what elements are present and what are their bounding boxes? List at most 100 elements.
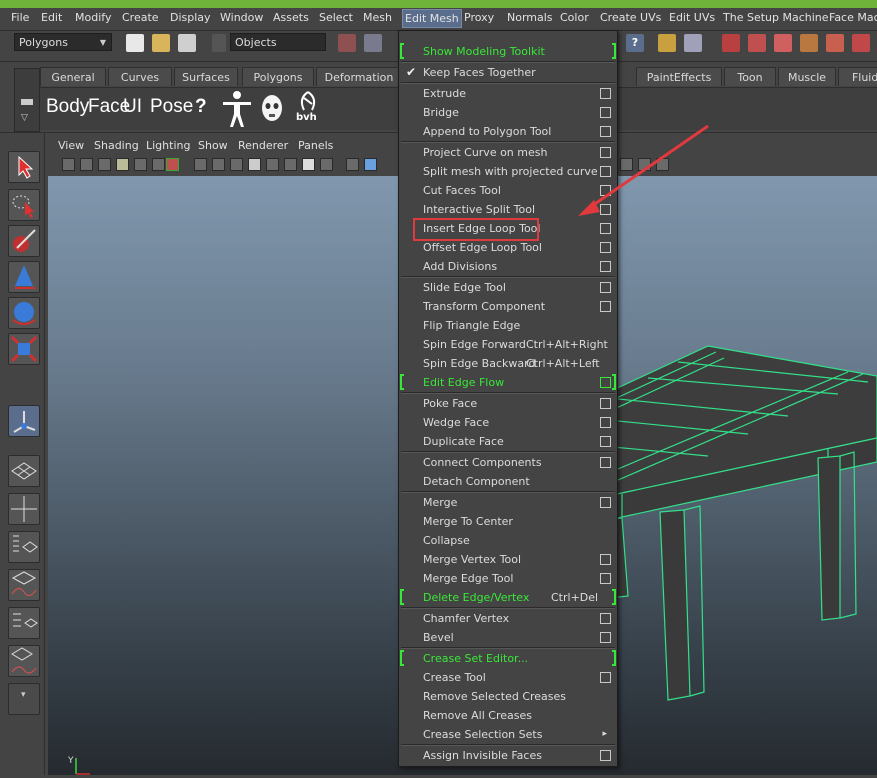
camera-select-icon[interactable] xyxy=(62,158,75,171)
shelf-item-help[interactable]: ? xyxy=(195,96,207,118)
grease-pencil-icon[interactable] xyxy=(152,158,165,171)
option-box-icon[interactable] xyxy=(600,301,611,312)
menu-item-crease-set-editor[interactable]: Crease Set Editor... xyxy=(399,649,617,668)
selection-mode-toggle-icon[interactable] xyxy=(212,34,226,52)
snap-to-curve-icon[interactable] xyxy=(748,34,766,52)
selection-mask-icon[interactable] xyxy=(684,34,702,52)
panel-menu-shading[interactable]: Shading xyxy=(94,139,139,152)
menu-create[interactable]: Create xyxy=(122,11,159,24)
menu-create-uvs[interactable]: Create UVs xyxy=(600,11,661,24)
menu-item-detach-component[interactable]: Detach Component xyxy=(399,472,617,491)
four-view-layout-button[interactable] xyxy=(8,493,40,525)
menu-item-edit-edge-flow[interactable]: Edit Edge Flow xyxy=(399,373,617,392)
option-box-icon[interactable] xyxy=(600,223,611,234)
2d-pan-zoom-icon[interactable] xyxy=(134,158,147,171)
panel-menu-show[interactable]: Show xyxy=(198,139,228,152)
resolution-gate-icon[interactable] xyxy=(212,158,225,171)
menu-item-merge-vertex-tool[interactable]: Merge Vertex Tool xyxy=(399,550,617,569)
menu-item-assign-invisible-faces[interactable]: Assign Invisible Faces xyxy=(399,746,617,765)
menu-assets[interactable]: Assets xyxy=(273,11,309,24)
shelf-tab-deformation[interactable]: Deformation xyxy=(316,67,402,86)
menu-item-spin-edge-forward[interactable]: Spin Edge Forward Ctrl+Alt+Right xyxy=(399,335,617,354)
option-box-icon[interactable] xyxy=(600,242,611,253)
menu-item-add-divisions[interactable]: Add Divisions xyxy=(399,257,617,276)
menu-proxy[interactable]: Proxy xyxy=(464,11,494,24)
menu-edit-uvs[interactable]: Edit UVs xyxy=(669,11,715,24)
shelf-item-body[interactable]: Body xyxy=(46,96,89,118)
option-box-icon[interactable] xyxy=(600,88,611,99)
shelf-tab-curves[interactable]: Curves xyxy=(108,67,172,86)
menu-color[interactable]: Color xyxy=(560,11,589,24)
option-box-icon[interactable] xyxy=(600,107,611,118)
selection-mode-selector[interactable]: Objects xyxy=(230,33,326,51)
menu-face-mach[interactable]: Face Mach xyxy=(829,11,877,24)
face-mask-icon[interactable] xyxy=(260,94,284,124)
option-box-icon[interactable] xyxy=(600,398,611,409)
menu-item-wedge-face[interactable]: Wedge Face xyxy=(399,413,617,432)
wireframe-shading-icon[interactable] xyxy=(346,158,359,171)
menu-item-merge[interactable]: Merge xyxy=(399,493,617,512)
hypershade-layout-button[interactable] xyxy=(8,607,40,639)
menu-item-collapse[interactable]: Collapse xyxy=(399,531,617,550)
persp-graph-layout-button[interactable] xyxy=(8,569,40,601)
single-perspective-layout-button[interactable] xyxy=(8,455,40,487)
menu-modify[interactable]: Modify xyxy=(75,11,111,24)
menu-select[interactable]: Select xyxy=(319,11,353,24)
panel-menu-renderer[interactable]: Renderer xyxy=(238,139,288,152)
gate-mask-icon[interactable] xyxy=(230,158,243,171)
menu-item-delete-edge-vertex[interactable]: Delete Edge/Vertex Ctrl+Del xyxy=(399,588,617,607)
menu-item-extrude[interactable]: Extrude xyxy=(399,84,617,103)
shelf-menu-handle[interactable]: ▽ xyxy=(14,68,40,132)
menu-mesh[interactable]: Mesh xyxy=(363,11,392,24)
menu-item-bevel[interactable]: Bevel xyxy=(399,628,617,647)
option-box-icon[interactable] xyxy=(600,573,611,584)
shelf-tab-fluids[interactable]: Fluids xyxy=(838,67,877,86)
option-box-icon[interactable] xyxy=(600,632,611,643)
option-box-icon[interactable] xyxy=(600,417,611,428)
select-tool-button[interactable] xyxy=(8,151,40,183)
snap-to-view-plane-icon[interactable] xyxy=(800,34,818,52)
rotate-tool-button[interactable] xyxy=(8,297,40,329)
menu-item-remove-selected-creases[interactable]: Remove Selected Creases xyxy=(399,687,617,706)
menu-item-slide-edge-tool[interactable]: Slide Edge Tool xyxy=(399,278,617,297)
option-box-icon[interactable] xyxy=(600,497,611,508)
bvh-motion-icon[interactable] xyxy=(294,90,322,114)
menu-item-connect-components[interactable]: Connect Components xyxy=(399,453,617,472)
menu-edit-mesh[interactable]: Edit Mesh xyxy=(402,9,462,28)
menu-normals[interactable]: Normals xyxy=(507,11,553,24)
magnet-icon[interactable] xyxy=(852,34,870,52)
toolbox-expand-button[interactable]: ▾ xyxy=(8,683,40,715)
shelf-tab-general[interactable]: General xyxy=(40,67,106,86)
snap-to-grid-icon[interactable] xyxy=(722,34,740,52)
paint-select-tool-button[interactable] xyxy=(8,225,40,257)
menu-item-show-modeling-toolkit[interactable]: Show Modeling Toolkit xyxy=(399,42,617,61)
shelf-tab-muscle[interactable]: Muscle xyxy=(778,67,836,86)
menu-window[interactable]: Window xyxy=(220,11,263,24)
menu-display[interactable]: Display xyxy=(170,11,211,24)
shelf-tab-toon[interactable]: Toon xyxy=(724,67,776,86)
option-box-icon[interactable] xyxy=(600,613,611,624)
menu-item-crease-tool[interactable]: Crease Tool xyxy=(399,668,617,687)
menu-item-chamfer-vertex[interactable]: Chamfer Vertex xyxy=(399,609,617,628)
option-box-icon[interactable] xyxy=(600,554,611,565)
menu-item-transform-component[interactable]: Transform Component xyxy=(399,297,617,316)
shelf-tab-polygons[interactable]: Polygons xyxy=(242,67,314,86)
horizontal-film-offset-icon[interactable] xyxy=(320,158,333,171)
menu-edit[interactable]: Edit xyxy=(41,11,62,24)
bookmarks-icon[interactable] xyxy=(98,158,111,171)
smooth-shade-icon[interactable] xyxy=(364,158,377,171)
universal-manipulator-button[interactable] xyxy=(8,405,40,437)
scale-tool-button[interactable] xyxy=(8,333,40,365)
move-tool-button[interactable] xyxy=(8,261,40,293)
open-scene-icon[interactable] xyxy=(152,34,170,52)
shelf-tab-surfaces[interactable]: Surfaces xyxy=(174,67,238,86)
field-chart-icon[interactable] xyxy=(248,158,261,171)
option-box-icon[interactable] xyxy=(600,457,611,468)
panel-menu-lighting[interactable]: Lighting xyxy=(146,139,190,152)
select-by-object-type-icon[interactable] xyxy=(364,34,382,52)
shelf-item-pose[interactable]: Pose xyxy=(150,96,193,118)
lock-icon[interactable] xyxy=(658,34,676,52)
option-box-icon[interactable] xyxy=(600,261,611,272)
camera-attributes-icon[interactable] xyxy=(80,158,93,171)
shelf-item-ui[interactable]: UI xyxy=(123,96,142,118)
